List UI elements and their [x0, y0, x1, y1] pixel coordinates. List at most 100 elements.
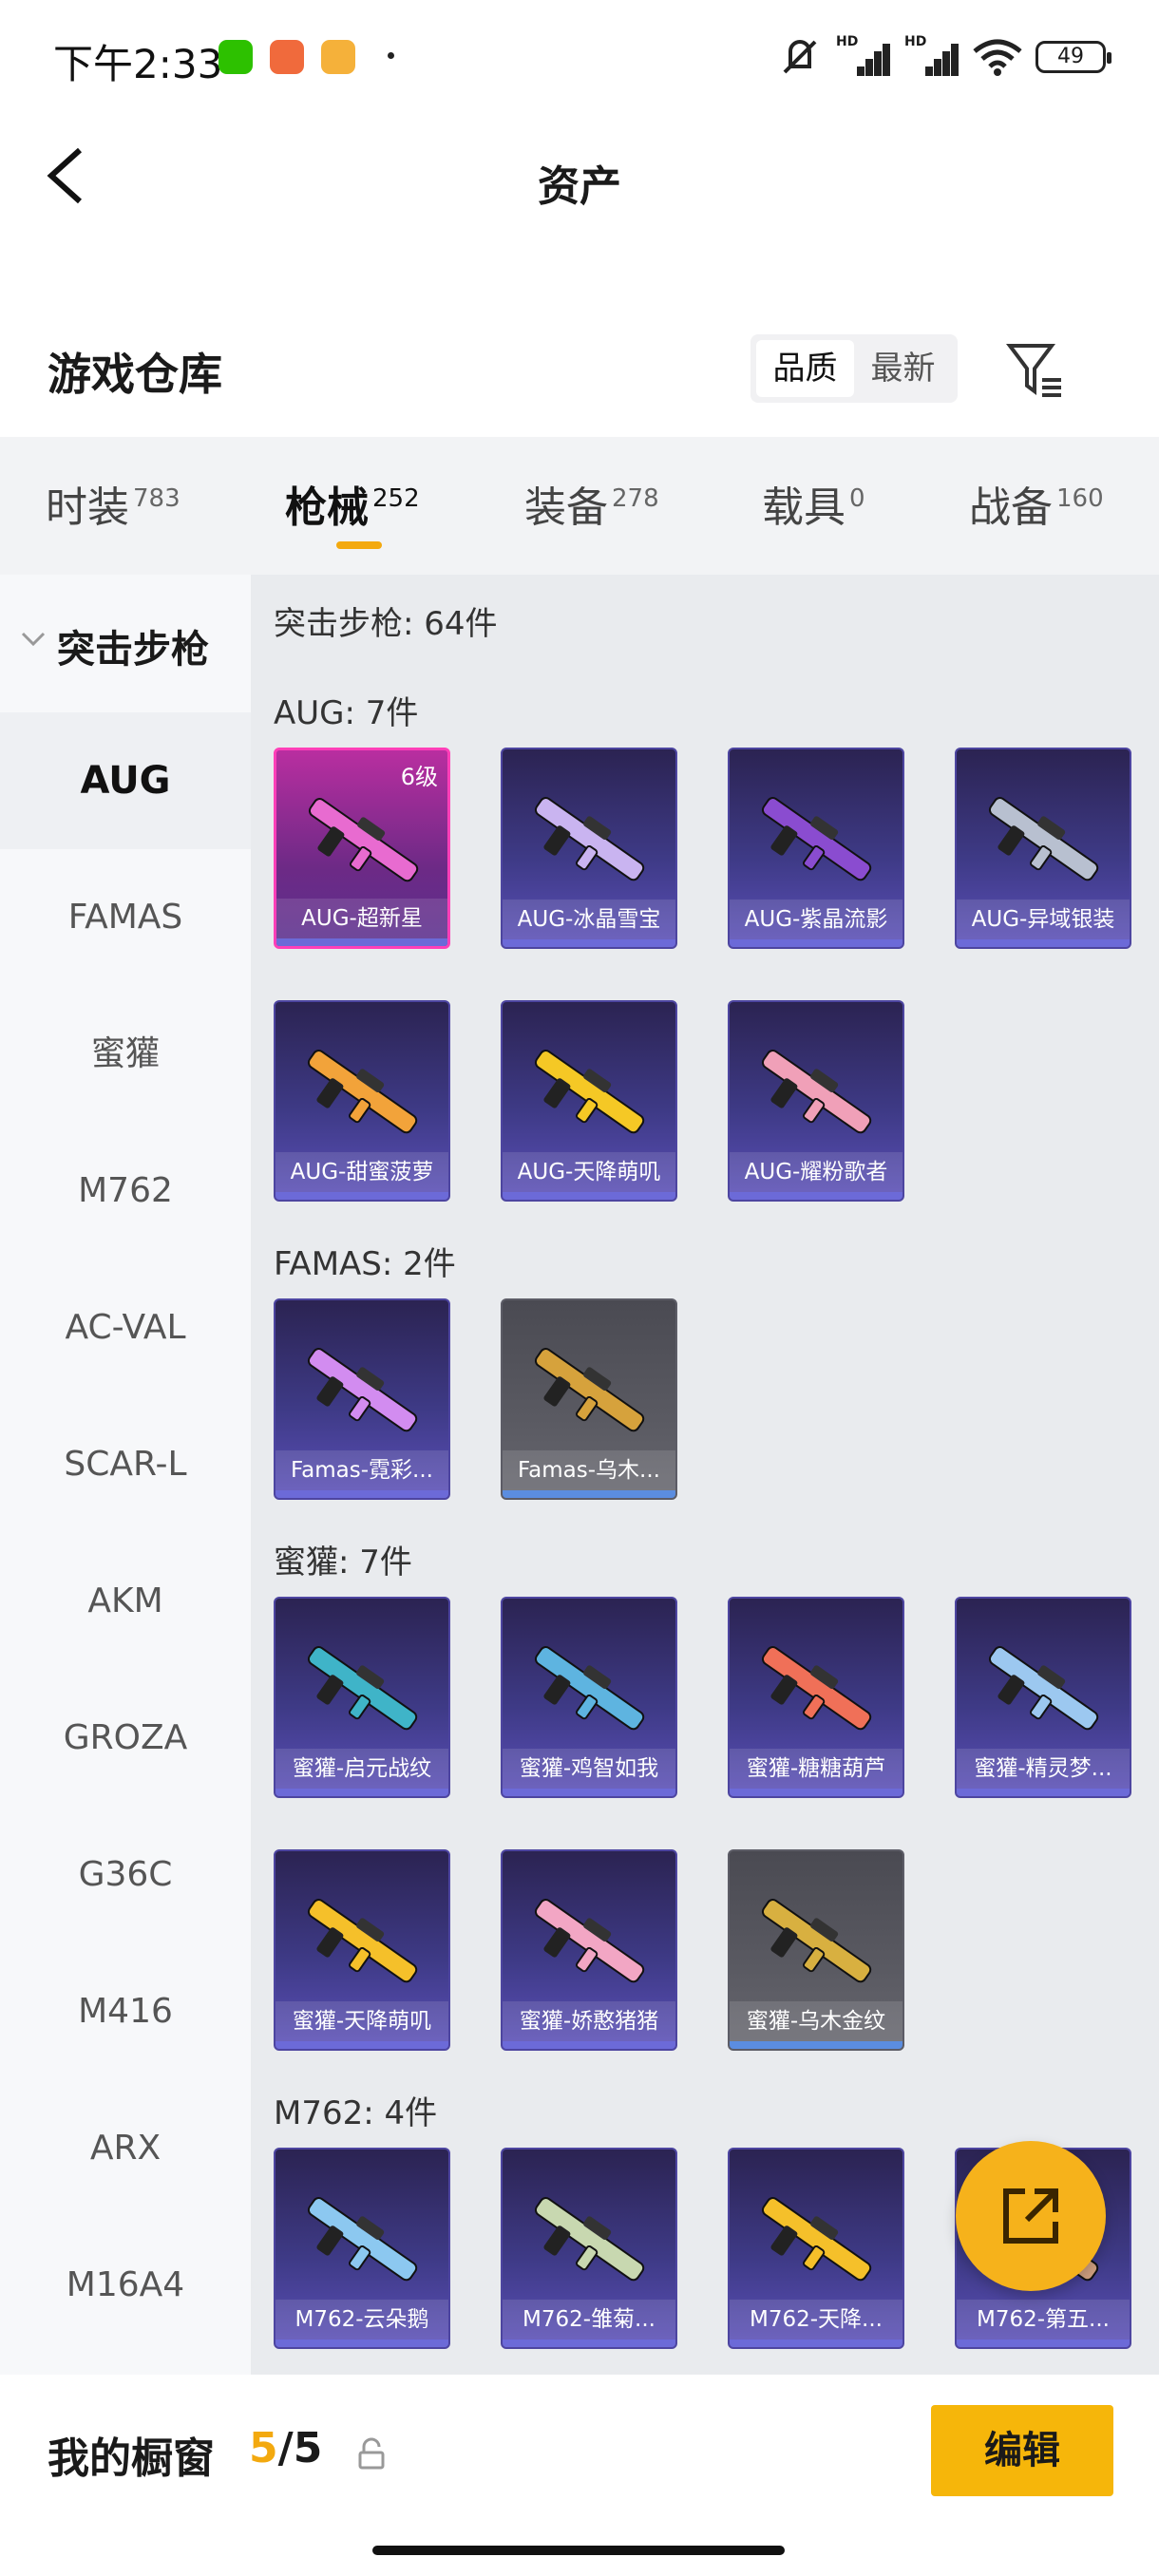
- edit-button[interactable]: 编辑: [931, 2405, 1113, 2496]
- weapon-grid: 突击步枪: 64件 AUG: 7件 6级 AUG-超新星 AUG-冰晶雪宝 AUG-紫晶流…: [251, 575, 1159, 2375]
- weapon-skin-card[interactable]: 蜜獾-启元战纹: [274, 1597, 450, 1798]
- weapon-skin-card[interactable]: AUG-异域银装: [955, 748, 1131, 949]
- tab-label: 枪械: [285, 483, 369, 532]
- group-header: AUG: 7件: [274, 694, 419, 732]
- weapon-skin-card[interactable]: AUG-甜蜜菠萝: [274, 1000, 450, 1202]
- sort-newest[interactable]: 最新: [854, 340, 952, 397]
- weapon-skin-name: Famas-乌木...: [503, 1450, 675, 1490]
- sidebar-item[interactable]: AUG: [0, 712, 251, 849]
- share-external-icon: [1003, 2188, 1058, 2244]
- weapon-skin-icon: [761, 797, 872, 881]
- weapon-skin-card[interactable]: AUG-紫晶流影: [728, 748, 904, 949]
- tab-guns[interactable]: 枪械 252: [285, 473, 420, 534]
- weapon-skin-card[interactable]: 蜜獾-娇憨猪猪: [501, 1849, 677, 2051]
- weapon-skin-card[interactable]: M762-雏菊...: [501, 2148, 677, 2349]
- weapon-skin-icon: [988, 1646, 1099, 1731]
- lock-icon: [358, 2437, 385, 2470]
- rarity-bar: [730, 1789, 902, 1796]
- rarity-bar: [957, 1789, 1130, 1796]
- weapon-skin-name: 蜜獾-启元战纹: [276, 1749, 448, 1789]
- tab-gear[interactable]: 战备 160: [969, 473, 1104, 534]
- weapon-skin-icon: [307, 2197, 418, 2282]
- signal-2-icon: HD: [904, 34, 960, 76]
- weapon-skin-icon: [534, 1050, 645, 1134]
- sidebar-item[interactable]: ARX: [0, 2080, 251, 2217]
- tab-label: 装备: [524, 483, 608, 532]
- sidebar-item[interactable]: AKM: [0, 1533, 251, 1670]
- weapon-skin-icon: [534, 797, 645, 881]
- tab-vehicles[interactable]: 载具 0: [762, 473, 865, 534]
- rarity-bar: [503, 1490, 675, 1498]
- weapon-skin-icon: [307, 1050, 418, 1134]
- group-header: M762: 4件: [274, 2094, 438, 2132]
- weapon-skin-name: Famas-霓彩...: [276, 1450, 448, 1490]
- weapon-skin-card[interactable]: Famas-乌木...: [501, 1298, 677, 1500]
- tab-equipment[interactable]: 装备 278: [524, 473, 659, 534]
- weapon-skin-icon: [761, 1899, 872, 1983]
- weapon-skin-name: 蜜獾-精灵梦...: [957, 1749, 1130, 1789]
- note-app-icon: [321, 40, 355, 74]
- weapon-skin-card[interactable]: 6级 AUG-超新星: [274, 748, 450, 949]
- home-indicator[interactable]: [372, 2546, 785, 2555]
- rarity-bar: [276, 938, 447, 946]
- tab-count: 0: [849, 484, 865, 514]
- weapon-skin-card[interactable]: M762-天降...: [728, 2148, 904, 2349]
- weapon-skin-card[interactable]: 蜜獾-鸡智如我: [501, 1597, 677, 1798]
- sort-quality[interactable]: 品质: [756, 340, 854, 397]
- rarity-bar: [503, 939, 675, 947]
- weapon-skin-card[interactable]: 蜜獾-糖糖葫芦: [728, 1597, 904, 1798]
- status-bar: 下午2:33 HD HD 49: [0, 0, 1159, 114]
- notification-dot-icon: [388, 52, 394, 59]
- weapon-skin-card[interactable]: 蜜獾-乌木金纹: [728, 1849, 904, 2051]
- rarity-bar: [276, 1490, 448, 1498]
- showcase-count-total: /5: [277, 2424, 323, 2472]
- category-tabs: 时装 783 枪械 252 装备 278 载具 0 战备 160: [0, 437, 1159, 575]
- rarity-bar: [503, 2041, 675, 2049]
- weapon-skin-name: M762-云朵鹅: [276, 2300, 448, 2339]
- weapon-skin-name: M762-雏菊...: [503, 2300, 675, 2339]
- weapon-skin-card[interactable]: 蜜獾-天降萌叽: [274, 1849, 450, 2051]
- sidebar-item[interactable]: FAMAS: [0, 849, 251, 986]
- tab-fashion[interactable]: 时装 783: [46, 473, 180, 534]
- sidebar-item[interactable]: M762: [0, 1123, 251, 1260]
- weapon-skin-card[interactable]: Famas-霓彩...: [274, 1298, 450, 1500]
- sidebar-item[interactable]: G36C: [0, 1807, 251, 1943]
- sidebar-item[interactable]: AC-VAL: [0, 1260, 251, 1396]
- rarity-bar: [503, 1789, 675, 1796]
- weapon-type-sidebar: 突击步枪 AUG FAMAS 蜜獾 M762 AC-VAL SCAR-L AKM GROZA G…: [0, 575, 251, 2375]
- weapon-skin-card[interactable]: 蜜獾-精灵梦...: [955, 1597, 1131, 1798]
- weapon-skin-name: AUG-紫晶流影: [730, 900, 902, 939]
- weapon-skin-icon: [308, 798, 419, 882]
- notification-app-icon: [270, 40, 304, 74]
- section-title: 游戏仓库: [48, 349, 222, 400]
- active-tab-indicator: [336, 541, 382, 549]
- sidebar-group-label: 突击步枪: [57, 628, 209, 672]
- weapon-skin-name: AUG-异域银装: [957, 900, 1130, 939]
- filter-icon[interactable]: [1002, 336, 1069, 403]
- wechat-icon: [218, 40, 253, 74]
- weapon-skin-icon: [761, 1646, 872, 1731]
- sidebar-item[interactable]: M16A4: [0, 2217, 251, 2354]
- rarity-bar: [276, 1192, 448, 1200]
- level-badge: 6级: [400, 764, 438, 790]
- tab-count: 278: [612, 484, 659, 514]
- sidebar-item[interactable]: SCAR-L: [0, 1396, 251, 1533]
- weapon-skin-card[interactable]: AUG-冰晶雪宝: [501, 748, 677, 949]
- battery-icon: 49: [1036, 41, 1112, 73]
- weapon-skin-name: 蜜獾-鸡智如我: [503, 1749, 675, 1789]
- weapon-skin-card[interactable]: M762-云朵鹅: [274, 2148, 450, 2349]
- weapon-skin-icon: [534, 1646, 645, 1731]
- weapon-skin-name: 蜜獾-乌木金纹: [730, 2001, 902, 2041]
- sidebar-item[interactable]: GROZA: [0, 1670, 251, 1807]
- tab-label: 战备: [969, 483, 1053, 532]
- sidebar-item[interactable]: M416: [0, 1943, 251, 2080]
- sidebar-item[interactable]: 蜜獾: [0, 986, 251, 1123]
- weapon-skin-card[interactable]: AUG-耀粉歌者: [728, 1000, 904, 1202]
- share-fab-button[interactable]: [956, 2141, 1106, 2291]
- weapon-skin-icon: [534, 1348, 645, 1432]
- weapon-skin-card[interactable]: AUG-天降萌叽: [501, 1000, 677, 1202]
- sidebar-group-header[interactable]: 突击步枪: [0, 575, 251, 712]
- rarity-bar: [730, 1192, 902, 1200]
- rarity-bar: [730, 939, 902, 947]
- showcase-count-current: 5: [249, 2424, 278, 2472]
